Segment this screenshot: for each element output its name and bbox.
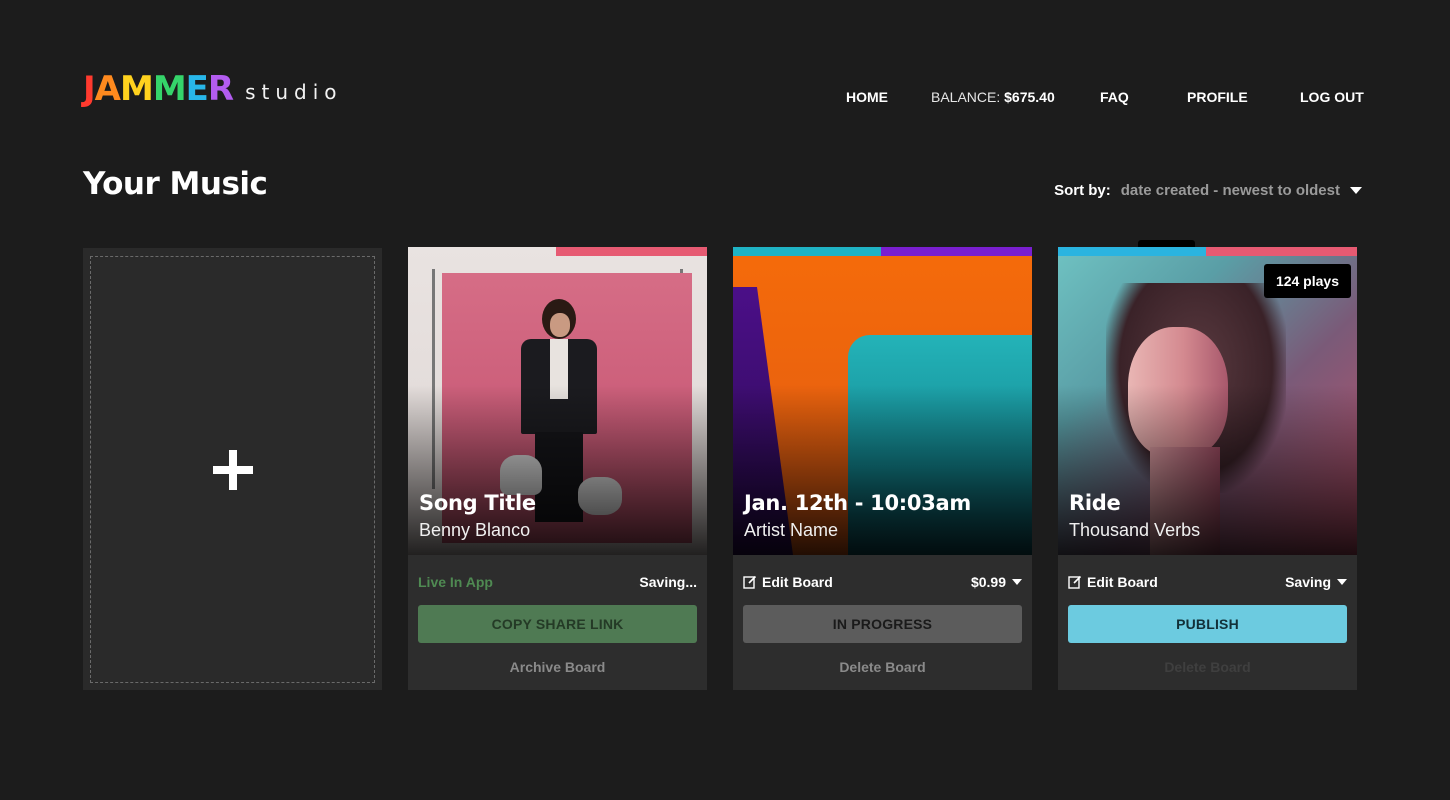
nav-profile[interactable]: PROFILE [1187,89,1248,105]
album-art[interactable]: Song Title Benny Blanco [408,247,707,555]
save-state-dropdown[interactable]: Saving [1285,574,1347,590]
edit-board-link[interactable]: Edit Board [743,574,833,590]
add-music-card[interactable] [83,248,382,690]
artist-name: Benny Blanco [419,520,531,540]
sort-dropdown[interactable]: Sort by: date created - newest to oldest [1054,182,1362,199]
in-progress-button[interactable]: IN PROGRESS [743,605,1022,643]
plus-icon [212,449,253,490]
nav-logout[interactable]: LOG OUT [1300,89,1364,105]
archive-board-link[interactable]: Archive Board [408,659,707,675]
copy-share-link-button[interactable]: COPY SHARE LINK [418,605,697,643]
status-stripe [733,247,1032,256]
balance-label: BALANCE: [931,89,1001,105]
music-card: Jan. 12th - 10:03am Artist Name Edit Boa… [733,247,1032,690]
card-meta: Live In App Saving... [418,574,697,594]
song-title: Jan. 12th - 10:03am [744,491,971,515]
chevron-down-icon [1012,579,1022,585]
nav-home[interactable]: HOME [846,89,888,105]
song-title: Ride [1069,491,1121,515]
sort-label: Sort by: [1054,182,1111,199]
price-value: $0.99 [970,574,1006,590]
edit-icon [743,575,757,589]
chevron-down-icon [1350,187,1362,194]
save-state: Saving... [639,574,697,590]
edit-board-label: Edit Board [1087,574,1158,590]
music-card: 124 plays Ride Thousand Verbs Edit Board… [1058,240,1357,690]
add-dropzone [90,256,375,683]
live-status: Live In App [418,574,493,590]
sort-value: date created - newest to oldest [1120,182,1340,199]
album-art[interactable]: 124 plays Ride Thousand Verbs [1058,247,1357,555]
nav-faq[interactable]: FAQ [1100,89,1129,105]
delete-board-link[interactable]: Delete Board [733,659,1032,675]
price-dropdown[interactable]: $0.99 [971,574,1022,590]
status-stripe [1058,247,1357,256]
artist-name: Artist Name [744,520,839,540]
save-state: Saving [1285,574,1331,590]
status-stripe [408,247,707,256]
song-title: Song Title [419,491,536,515]
edit-icon [1068,575,1082,589]
card-meta: Edit Board $0.99 [743,574,1022,594]
edit-board-link[interactable]: Edit Board [1068,574,1158,590]
edit-board-label: Edit Board [762,574,833,590]
nav-balance[interactable]: BALANCE: $675.40 [931,89,1055,105]
music-card: Song Title Benny Blanco Live In App Savi… [408,247,707,690]
chevron-down-icon [1337,579,1347,585]
page-title: Your Music [83,166,268,202]
album-art[interactable]: Jan. 12th - 10:03am Artist Name [733,247,1032,555]
balance-value: $675.40 [1004,89,1055,105]
main-nav: HOME BALANCE: $675.40 FAQ PROFILE LOG OU… [0,89,1450,109]
artist-name: Thousand Verbs [1069,520,1201,540]
publish-button[interactable]: PUBLISH [1068,605,1347,643]
plays-badge: 124 plays [1263,264,1351,298]
card-meta: Edit Board Saving [1068,574,1347,594]
delete-board-link[interactable]: Delete Board [1058,659,1357,675]
